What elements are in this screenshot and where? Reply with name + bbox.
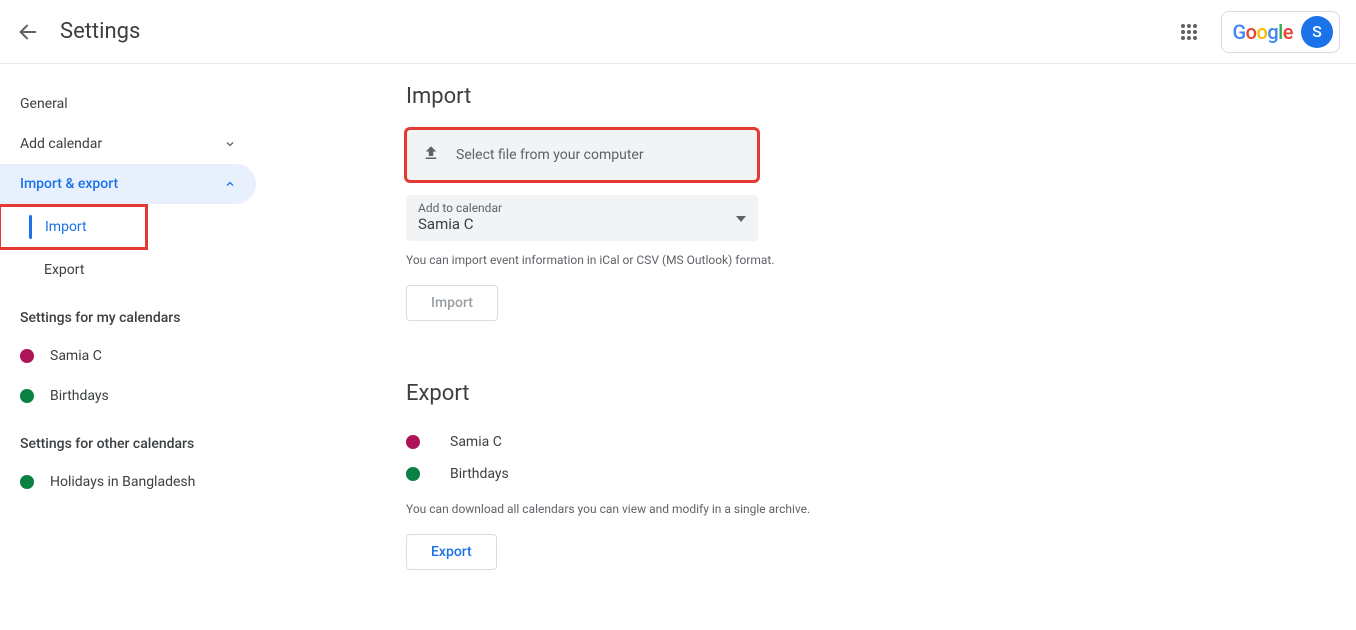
nav-label: Add calendar: [20, 136, 102, 152]
color-dot: [20, 389, 34, 403]
highlight-box-import: Import: [0, 204, 148, 250]
main-content: Import Select file from your computer Ad…: [256, 64, 1206, 630]
my-cal-item[interactable]: Samia C: [0, 336, 256, 376]
export-section: Export Samia C Birthdays You can downloa…: [406, 381, 1206, 570]
dropdown-label: Add to calendar: [418, 201, 746, 215]
color-dot: [406, 467, 420, 481]
sidebar: General Add calendar Import & export Imp…: [0, 64, 256, 630]
cal-label: Samia C: [50, 348, 102, 364]
export-hint: You can download all calendars you can v…: [406, 502, 1206, 516]
cal-label: Birthdays: [50, 388, 109, 404]
select-file-button[interactable]: Select file from your computer: [406, 129, 758, 181]
apps-grid-icon[interactable]: [1169, 12, 1209, 52]
chevron-up-icon: [224, 178, 236, 190]
export-cal-item: Birthdays: [406, 458, 1206, 490]
dropdown-arrow-icon: [736, 210, 746, 226]
export-button[interactable]: Export: [406, 534, 497, 570]
color-dot: [20, 349, 34, 363]
upload-icon: [422, 144, 440, 166]
import-hint: You can import event information in iCal…: [406, 253, 1206, 267]
nav-label: Import & export: [20, 176, 118, 192]
my-calendars-header: Settings for my calendars: [0, 290, 256, 336]
nav-general[interactable]: General: [0, 84, 256, 124]
import-button[interactable]: Import: [406, 285, 498, 321]
my-cal-item[interactable]: Birthdays: [0, 376, 256, 416]
cal-label: Holidays in Bangladesh: [50, 474, 195, 490]
page-title: Settings: [60, 19, 140, 44]
nav-label: Import: [45, 219, 87, 235]
export-cal-item: Samia C: [406, 426, 1206, 458]
nav-label: General: [20, 96, 68, 112]
avatar: S: [1301, 16, 1333, 48]
dropdown-value: Samia C: [418, 215, 746, 233]
app-header: Settings Google S: [0, 0, 1356, 64]
chevron-down-icon: [224, 138, 236, 150]
button-label: Export: [431, 544, 472, 560]
import-heading: Import: [406, 84, 1206, 109]
header-left: Settings: [16, 19, 140, 44]
header-right: Google S: [1169, 11, 1340, 53]
account-button[interactable]: Google S: [1221, 11, 1340, 53]
nav-add-calendar[interactable]: Add calendar: [0, 124, 256, 164]
other-calendars-header: Settings for other calendars: [0, 416, 256, 462]
nav-import[interactable]: Import: [1, 207, 145, 247]
color-dot: [20, 475, 34, 489]
add-to-calendar-dropdown[interactable]: Add to calendar Samia C: [406, 195, 758, 241]
content-body: General Add calendar Import & export Imp…: [0, 64, 1356, 630]
button-label: Import: [431, 295, 473, 311]
import-section: Import Select file from your computer Ad…: [406, 84, 1206, 321]
nav-import-export[interactable]: Import & export: [0, 164, 256, 204]
other-cal-item[interactable]: Holidays in Bangladesh: [0, 462, 256, 502]
export-cal-label: Samia C: [450, 434, 502, 450]
google-logo: Google: [1232, 20, 1293, 44]
select-file-label: Select file from your computer: [456, 147, 644, 163]
nav-label: Export: [44, 262, 84, 278]
nav-export[interactable]: Export: [0, 250, 256, 290]
color-dot: [406, 435, 420, 449]
export-cal-label: Birthdays: [450, 466, 509, 482]
export-heading: Export: [406, 381, 1206, 406]
back-arrow-icon[interactable]: [16, 20, 40, 44]
